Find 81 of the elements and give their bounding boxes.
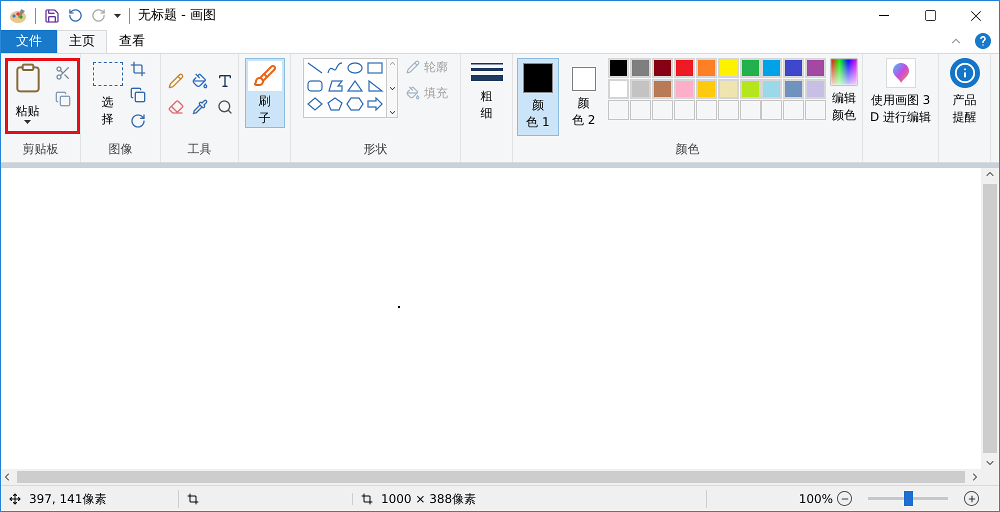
- color-swatch[interactable]: [805, 58, 826, 78]
- color-swatch[interactable]: [740, 58, 761, 78]
- zoom-level: 100%: [798, 490, 833, 508]
- polygon-icon[interactable]: [326, 79, 344, 93]
- expand-gallery-icon[interactable]: [388, 108, 396, 117]
- undo-icon[interactable]: [68, 8, 83, 23]
- color-selector[interactable]: 颜色 1: [517, 58, 559, 136]
- selection-size-icon: [187, 492, 199, 504]
- color-swatch[interactable]: [608, 58, 630, 78]
- group-label: 颜色: [674, 141, 700, 158]
- oval-icon[interactable]: [346, 61, 364, 75]
- paint-app-icon[interactable]: [9, 8, 27, 24]
- ribbon-tab[interactable]: 查看: [107, 30, 157, 53]
- vertical-scrollbar[interactable]: [983, 184, 997, 453]
- color-selector[interactable]: 颜色 2: [562, 58, 604, 134]
- zoom-slider-thumb[interactable]: [904, 491, 913, 506]
- group-label: 形状: [362, 141, 388, 158]
- cursor-position-icon: [9, 492, 21, 504]
- save-icon[interactable]: [44, 8, 60, 24]
- size-button[interactable]: 粗细: [470, 58, 502, 122]
- color-swatch[interactable]: [718, 58, 739, 78]
- product-alert-button[interactable]: 产品提醒: [950, 58, 980, 126]
- window-title: 无标题 - 画图: [138, 6, 216, 25]
- help-icon[interactable]: [975, 33, 991, 49]
- color-swatch[interactable]: [718, 79, 739, 99]
- color-swatch[interactable]: [783, 79, 804, 99]
- dot-mark: [398, 306, 400, 308]
- color-swatch[interactable]: [696, 79, 717, 99]
- color-swatch[interactable]: [674, 58, 696, 78]
- edit-colors-button[interactable]: 编辑颜色: [830, 58, 858, 124]
- color-swatch[interactable]: [608, 79, 630, 99]
- cursor-position: 397, 141像素: [29, 490, 106, 508]
- rectangle-icon[interactable]: [366, 61, 384, 75]
- color-swatch[interactable]: [674, 79, 696, 99]
- scroll-up-icon[interactable]: [388, 59, 396, 68]
- color-swatch[interactable]: [630, 79, 652, 99]
- hexagon-icon[interactable]: [346, 97, 364, 111]
- file-menu-tab[interactable]: 文件: [1, 30, 57, 53]
- group-label: 工具: [186, 141, 212, 158]
- plus-icon: [966, 494, 976, 504]
- color-swatch[interactable]: [740, 79, 761, 99]
- zoom-out-button[interactable]: [837, 491, 852, 506]
- color-swatch[interactable]: [630, 58, 652, 78]
- brush-icon: [248, 61, 282, 91]
- maximize-icon: [924, 9, 936, 22]
- ribbon-tab[interactable]: 主页: [57, 30, 107, 53]
- color-swatch[interactable]: [652, 79, 674, 99]
- line-width-icon: [470, 62, 502, 84]
- color-swatch[interactable]: [783, 58, 804, 78]
- pentagon-icon[interactable]: [326, 97, 344, 111]
- line-icon[interactable]: [306, 61, 324, 75]
- rounded-rectangle-icon[interactable]: [306, 79, 324, 93]
- pencil-icon: [406, 60, 420, 74]
- caret-icon: [24, 120, 31, 124]
- customize-caret-icon: [114, 14, 121, 18]
- diamond-icon[interactable]: [306, 97, 324, 111]
- brushes-button[interactable]: 刷子: [244, 58, 284, 128]
- color-spectrum-icon: [830, 58, 858, 86]
- select-button[interactable]: 选择: [92, 58, 122, 128]
- redo-icon[interactable]: [91, 8, 106, 23]
- arrow-icon[interactable]: [366, 97, 384, 111]
- info-icon: [950, 58, 980, 88]
- paint-3d-button[interactable]: 使用画图 3D 进行编辑: [870, 58, 932, 126]
- right-triangle-icon[interactable]: [366, 79, 384, 93]
- zoom-in-button[interactable]: [964, 491, 979, 506]
- fill-bucket-icon: [406, 86, 420, 100]
- paste-button[interactable]: 粘贴: [8, 58, 48, 124]
- paint-3d-icon: [886, 58, 916, 88]
- color-swatch[interactable]: [805, 79, 826, 99]
- minimize-icon: [879, 15, 889, 16]
- color-swatch[interactable]: [761, 79, 782, 99]
- canvas-size-icon: [361, 492, 373, 504]
- canvas-size: 1000 × 388像素: [381, 490, 476, 508]
- group-label: 剪贴板: [22, 141, 60, 158]
- curve-icon[interactable]: [326, 61, 344, 75]
- color-swatch[interactable]: [652, 58, 674, 78]
- color-swatch[interactable]: [696, 58, 717, 78]
- triangle-icon[interactable]: [346, 79, 364, 93]
- horizontal-scrollbar[interactable]: [17, 471, 965, 483]
- group-label: 图像: [108, 141, 134, 158]
- color-swatch[interactable]: [761, 58, 782, 78]
